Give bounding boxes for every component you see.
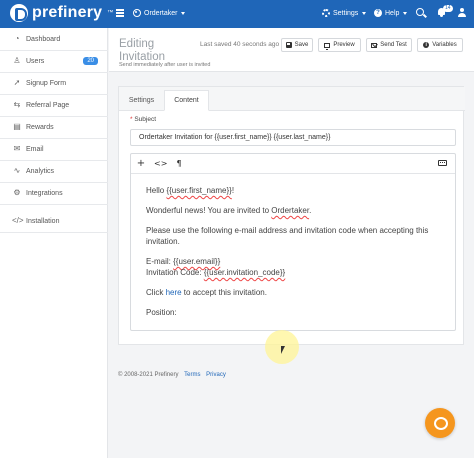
send-test-button[interactable]: Send Test <box>366 38 412 52</box>
sidebar: ◔ Dashboard ♙ Users 20 ➚ Signup Form ⇆ R… <box>0 28 108 458</box>
sidebar-item-dashboard[interactable]: ◔ Dashboard <box>0 30 108 48</box>
gear-icon <box>322 9 330 17</box>
chevron-down-icon <box>181 11 186 15</box>
project-switcher[interactable]: Ordertaker <box>133 9 186 17</box>
users-icon: ♙ <box>13 56 21 65</box>
editor-card: Settings Content * Subject Ordertaker In… <box>118 86 465 345</box>
subject-input[interactable]: Ordertaker Invitation for {{user.first_n… <box>130 129 456 146</box>
privacy-link[interactable]: Privacy <box>206 372 226 378</box>
settings-menu[interactable]: Settings <box>322 9 367 17</box>
body-email-line: E-mail: {{user.email}} <box>146 257 221 266</box>
rewards-icon: ▤ <box>13 122 21 131</box>
subject-label: * Subject <box>130 116 157 123</box>
chevron-down-icon <box>362 11 367 15</box>
body-instructions-cont: invitation. <box>146 237 180 246</box>
settings-label: Settings <box>333 9 359 17</box>
tab-content[interactable]: Content <box>164 90 209 111</box>
logo[interactable]: prefinery ™ <box>10 4 113 22</box>
dashboard-icon: ◔ <box>14 34 20 43</box>
editor-toolbar: + <> ¶ <box>131 154 455 174</box>
help-icon: ? <box>374 9 382 17</box>
keyboard-icon[interactable] <box>438 160 447 166</box>
menu-icon[interactable] <box>116 9 124 17</box>
users-count-badge: 20 <box>83 57 98 65</box>
envelope-icon <box>371 42 378 48</box>
body-position-line: Position: <box>146 308 177 317</box>
info-icon: i <box>423 42 430 48</box>
project-name: Ordertaker <box>144 9 178 17</box>
search-icon[interactable] <box>416 8 424 16</box>
user-icon[interactable] <box>457 8 466 17</box>
terms-link[interactable]: Terms <box>184 372 200 378</box>
sidebar-item-email[interactable]: ✉ Email <box>0 140 108 158</box>
tab-settings[interactable]: Settings <box>119 90 164 111</box>
accept-link[interactable]: here <box>166 288 182 297</box>
body-invite-line: Wonderful news! You are invited to Order… <box>146 206 312 215</box>
body-greeting: Hello {{user.first_name}}! <box>146 186 235 195</box>
body-instructions: Please use the following e-mail address … <box>146 226 429 235</box>
sidebar-item-rewards[interactable]: ▤ Rewards <box>0 118 108 136</box>
help-menu[interactable]: ? Help <box>374 9 408 17</box>
sidebar-item-signup-form[interactable]: ➚ Signup Form <box>0 74 108 92</box>
email-icon: ✉ <box>13 144 21 153</box>
preview-button[interactable]: Preview <box>318 38 361 52</box>
page-title: Editing Invitation <box>119 38 166 63</box>
variables-button[interactable]: i Variables <box>417 38 463 52</box>
tab-bar: Settings Content <box>119 87 465 111</box>
email-body-editor[interactable]: + <> ¶ Hello {{user.first_name}}! Wonder… <box>130 153 456 331</box>
copyright: © 2008-2021 Prefinery <box>118 372 179 378</box>
code-view-icon[interactable]: <> <box>154 158 167 170</box>
project-icon <box>133 9 141 17</box>
top-bar: prefinery ™ Ordertaker Settings ? Help 14 <box>0 0 474 28</box>
sidebar-item-installation[interactable]: </> Installation <box>0 212 108 230</box>
paragraph-icon[interactable]: ¶ <box>173 158 185 170</box>
sidebar-item-referral-page[interactable]: ⇆ Referral Page <box>0 96 108 114</box>
page-header: Editing Invitation Send immediately afte… <box>109 28 474 72</box>
body-code-line: Invitation Code: {{user.invitation_code}… <box>146 268 286 277</box>
referral-page-icon: ⇆ <box>13 100 21 109</box>
prefinery-logo-icon <box>10 4 28 22</box>
signup-form-icon: ➚ <box>13 78 21 87</box>
sidebar-item-integrations[interactable]: ⚙ Integrations <box>0 184 108 202</box>
save-icon <box>285 42 292 48</box>
mouse-cursor-icon <box>281 346 285 354</box>
footer: © 2008-2021 Prefinery Terms Privacy <box>118 372 226 378</box>
notification-count: 14 <box>443 5 453 12</box>
brand-name: prefinery <box>32 4 103 21</box>
sidebar-item-users[interactable]: ♙ Users 20 <box>0 52 108 70</box>
sidebar-item-analytics[interactable]: ∿ Analytics <box>0 162 108 180</box>
help-label: Help <box>385 9 400 17</box>
add-icon[interactable]: + <box>135 158 147 170</box>
page-subtitle: Send immediately after user is invited <box>119 62 211 68</box>
last-saved-status: Last saved 40 seconds ago <box>200 41 280 48</box>
body-click-line: Click here to accept this invitation. <box>146 288 267 297</box>
chevron-down-icon <box>403 11 408 15</box>
installation-icon: </> <box>12 216 24 225</box>
integrations-icon: ⚙ <box>13 188 21 197</box>
save-button[interactable]: Save <box>281 38 313 52</box>
chat-widget-button[interactable] <box>425 408 455 438</box>
monitor-icon <box>324 42 331 50</box>
analytics-icon: ∿ <box>13 166 21 175</box>
